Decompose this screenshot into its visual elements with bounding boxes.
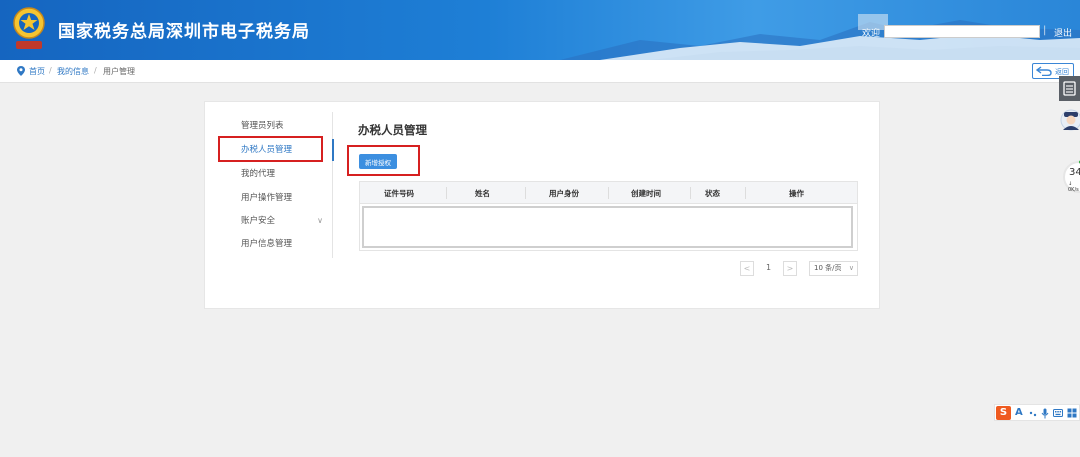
tax-emblem-icon bbox=[13, 7, 45, 49]
column-header-id-number: 证件号码 bbox=[384, 189, 414, 198]
sidebar-item-label: 用户信息管理 bbox=[241, 239, 293, 249]
column-divider bbox=[745, 187, 746, 199]
gauge-speed: ↓ 0K/s bbox=[1068, 181, 1079, 193]
microphone-icon[interactable] bbox=[1041, 408, 1049, 419]
column-header-created-time: 创建时间 bbox=[631, 189, 661, 198]
ime-language-toggle[interactable]: A bbox=[1015, 407, 1023, 418]
column-header-status: 状态 bbox=[705, 189, 720, 198]
sidebar-item-my-agent[interactable]: 我的代理 bbox=[215, 163, 333, 185]
column-header-name: 姓名 bbox=[475, 189, 490, 198]
page-size-select[interactable]: 10 条/页 ∨ bbox=[809, 261, 858, 276]
sidebar-item-label: 用户操作管理 bbox=[241, 193, 293, 203]
sidebar-menu: 管理员列表 办税人员管理 我的代理 用户操作管理 账户安全 ∨ 用户信息管理 bbox=[215, 112, 334, 258]
welcome-label: 欢迎 bbox=[862, 29, 881, 39]
notebook-icon bbox=[1063, 81, 1076, 96]
header-separator: | bbox=[1043, 25, 1047, 36]
gauge-percent: 34% bbox=[1069, 167, 1080, 178]
column-header-user-role: 用户身份 bbox=[549, 189, 579, 198]
page-size-value: 10 条/页 bbox=[814, 264, 842, 272]
site-title: 国家税务总局深圳市电子税务局 bbox=[58, 22, 310, 42]
sidebar-item-admin-list[interactable]: 管理员列表 bbox=[215, 115, 333, 137]
app-header: 国家税务总局深圳市电子税务局 欢迎 | 退出 bbox=[0, 0, 1080, 60]
column-divider bbox=[690, 187, 691, 199]
breadcrumb-home[interactable]: 首页 bbox=[29, 66, 45, 77]
floating-notebook-button[interactable] bbox=[1059, 76, 1080, 101]
table-body-empty bbox=[362, 206, 853, 248]
column-divider bbox=[525, 187, 526, 199]
logout-link[interactable]: 退出 bbox=[1054, 26, 1072, 39]
chevron-down-icon: ∨ bbox=[848, 264, 854, 272]
staff-table: 证件号码 姓名 用户身份 创建时间 状态 操作 bbox=[359, 181, 858, 251]
gauge-percent-value: 34 bbox=[1069, 167, 1080, 178]
table-header: 证件号码 姓名 用户身份 创建时间 状态 操作 bbox=[360, 182, 857, 204]
breadcrumb-separator: / bbox=[94, 66, 97, 75]
column-divider bbox=[446, 187, 447, 199]
pagination-current-page[interactable]: 1 bbox=[766, 263, 771, 272]
sidebar-item-label: 我的代理 bbox=[241, 169, 276, 179]
page-title: 办税人员管理 bbox=[358, 123, 427, 137]
highlight-box-add-button bbox=[347, 145, 420, 176]
active-indicator bbox=[332, 139, 334, 161]
pagination-next-button[interactable]: > bbox=[783, 261, 797, 276]
toolbox-icon[interactable] bbox=[1067, 408, 1077, 418]
chevron-down-icon: ∨ bbox=[317, 216, 323, 225]
user-management-card: 管理员列表 办税人员管理 我的代理 用户操作管理 账户安全 ∨ 用户信息管理 办… bbox=[204, 101, 880, 309]
back-arrow-icon bbox=[1036, 66, 1052, 76]
ime-toolbar[interactable]: S A bbox=[994, 404, 1080, 421]
sidebar-item-label: 管理员列表 bbox=[241, 121, 284, 131]
column-divider bbox=[608, 187, 609, 199]
sidebar-item-account-security[interactable]: 账户安全 ∨ bbox=[215, 210, 333, 232]
sidebar-item-label: 账户安全 bbox=[241, 216, 276, 226]
pagination-prev-button[interactable]: < bbox=[740, 261, 754, 276]
breadcrumb-my-info[interactable]: 我的信息 bbox=[57, 66, 89, 77]
breadcrumb-separator: / bbox=[49, 66, 52, 75]
column-header-actions: 操作 bbox=[789, 189, 804, 198]
sidebar-item-user-operations[interactable]: 用户操作管理 bbox=[215, 187, 333, 209]
service-avatar-icon[interactable] bbox=[1059, 108, 1080, 132]
keyboard-icon[interactable] bbox=[1053, 408, 1063, 418]
sidebar-item-user-info[interactable]: 用户信息管理 bbox=[215, 233, 333, 255]
location-pin-icon bbox=[17, 66, 25, 76]
highlight-box-sidebar bbox=[218, 136, 323, 162]
username-display-field bbox=[884, 25, 1040, 38]
sogou-logo-icon[interactable]: S bbox=[996, 406, 1011, 420]
breadcrumb-current: 用户管理 bbox=[103, 67, 135, 76]
punctuation-icon[interactable] bbox=[1029, 408, 1037, 418]
breadcrumb: 首页 / 我的信息 / 用户管理 返回 bbox=[0, 60, 1080, 83]
